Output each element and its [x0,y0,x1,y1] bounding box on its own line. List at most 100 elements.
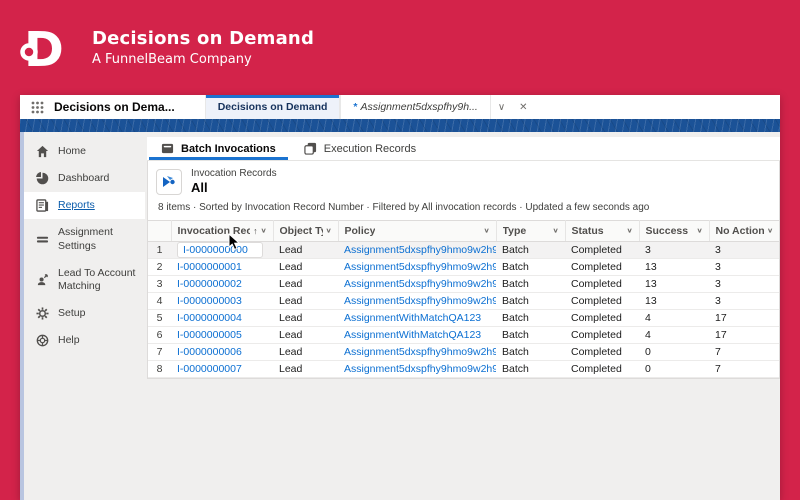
chevron-down-icon[interactable]: ∨ [553,227,559,234]
success-cell: 13 [639,258,709,276]
sidebar-item-assignment-settings[interactable]: Assignment Settings [24,219,145,259]
sidebar-item-label: Lead To Account Matching [58,266,136,292]
table-row: 2 I-0000000001 Lead Assignment5dxspfhy9h… [148,258,779,276]
table-row: 4 I-0000000003 Lead Assignment5dxspfhy9h… [148,292,779,310]
sidebar-item-label: Dashboard [58,172,110,185]
no-actions-cell: 17 [709,309,779,327]
workspace-tab-assignment[interactable]: * Assignment5dxspfhy9h... [340,95,491,119]
list-view-name[interactable]: All [191,180,277,196]
status-cell: Completed [565,258,639,276]
sidebar-item-lead-to-account-matching[interactable]: Lead To Account Matching [24,260,145,300]
app-name[interactable]: Decisions on Dema... [54,95,205,119]
record-link[interactable]: I-0000000006 [177,346,242,358]
record-link[interactable]: I-0000000002 [177,278,242,290]
sidebar-item-label: Assignment Settings [58,226,113,252]
row-number-header [148,219,172,242]
success-cell: 0 [639,360,709,378]
column-header-type[interactable]: Type ∨ [496,219,566,242]
unsaved-indicator: * [353,101,358,113]
sidebar-item-label: Reports [58,199,95,212]
tab-batch-invocations[interactable]: Batch Invocations [147,137,290,160]
record-link[interactable]: I-0000000003 [177,295,242,307]
no-actions-cell: 17 [709,326,779,344]
nav-blue-strip [20,119,780,132]
workspace-tab-decisions-on-demand[interactable]: Decisions on Demand [204,95,341,119]
decisions-logo-icon: D [20,22,64,78]
list-view-header: Invocation Records All [148,161,779,198]
record-link[interactable]: I-0000000005 [177,329,242,341]
object-type-cell: Lead [273,360,338,378]
row-number: 4 [148,292,171,310]
type-cell: Batch [496,241,565,259]
sidebar-item-home[interactable]: Home [24,138,145,165]
column-header-status[interactable]: Status ∨ [565,219,640,242]
policy-link[interactable]: Assignment5dxspfhy9hmo9w2h9l [344,261,496,273]
object-type-cell: Lead [273,258,338,276]
tab-execution-records[interactable]: Execution Records [290,137,430,160]
column-header-invocation-record[interactable]: Invocation Record...↑∨ [171,219,274,242]
policy-link[interactable]: Assignment5dxspfhy9hmo9w2h9l [344,363,496,375]
status-cell: Completed [565,309,639,327]
column-header-policy[interactable]: Policy ∨ [338,219,497,242]
workspace-tab-label: Assignment5dxspfhy9h... [360,101,478,113]
hovered-cell-box: I-0000000000 [177,241,263,258]
chevron-down-icon[interactable]: ∨ [767,227,773,234]
invocation-records-object-icon [156,168,182,195]
batch-invocations-icon [161,143,174,154]
salesforce-window: Decisions on Dema... Decisions on Demand… [20,95,780,500]
policy-link[interactable]: AssignmentWithMatchQA123 [344,329,481,341]
status-cell: Completed [565,275,639,293]
tab-close-icon[interactable]: ✕ [512,95,534,119]
record-link[interactable]: I-0000000001 [177,261,242,273]
policy-link[interactable]: Assignment5dxspfhy9hmo9w2h9l [344,244,496,256]
gear-icon [36,307,49,320]
chevron-down-icon[interactable]: ∨ [627,227,633,234]
object-type-cell: Lead [273,343,338,361]
sidebar-item-reports[interactable]: Reports [24,192,145,220]
policy-link[interactable]: Assignment5dxspfhy9hmo9w2h9l [344,295,496,307]
tab-dropdown-chevron-icon[interactable]: ∨ [491,95,512,119]
row-number: 5 [148,309,171,327]
table-row: 1 I-0000000000 Lead Assignment5dxspfhy9h… [148,241,779,259]
sidebar-item-setup[interactable]: Setup [24,300,145,327]
chevron-down-icon[interactable]: ∨ [261,227,267,234]
type-cell: Batch [496,343,565,361]
policy-link[interactable]: Assignment5dxspfhy9hmo9w2h9l [344,346,496,358]
type-cell: Batch [496,360,565,378]
chevron-down-icon[interactable]: ∨ [697,227,703,234]
dashboard-icon [36,172,49,185]
column-header-success[interactable]: Success ∨ [639,219,710,242]
list-view-card: Invocation Records All 8 items · Sorted … [147,161,780,379]
brand-title: Decisions on Demand [92,27,315,49]
help-icon [36,334,49,347]
row-number: 3 [148,275,171,293]
status-cell: Completed [565,326,639,344]
policy-link[interactable]: AssignmentWithMatchQA123 [344,312,481,324]
row-number: 7 [148,343,171,361]
chevron-down-icon[interactable]: ∨ [484,227,490,234]
chevron-down-icon[interactable]: ∨ [326,227,332,234]
sidebar-item-help[interactable]: Help [24,327,145,354]
record-link[interactable]: I-0000000004 [177,312,242,324]
success-cell: 13 [639,275,709,293]
lead-to-account-icon [37,274,48,286]
column-header-no-actions[interactable]: No Actions∨ [709,219,779,242]
success-cell: 4 [639,309,709,327]
policy-link[interactable]: Assignment5dxspfhy9hmo9w2h9l [344,278,496,290]
tab-label: Batch Invocations [181,142,276,155]
row-number: 8 [148,360,171,378]
row-number: 6 [148,326,171,344]
no-actions-cell: 3 [709,241,779,259]
sidebar-item-dashboard[interactable]: Dashboard [24,165,145,192]
column-header-object-type[interactable]: Object Type∨ [273,219,339,242]
list-view-meta: 8 items · Sorted by Invocation Record Nu… [158,201,650,213]
sidebar-item-label: Home [58,145,87,157]
invocation-records-table: Invocation Record...↑∨ Object Type∨ Poli… [148,219,779,378]
status-cell: Completed [565,292,639,310]
no-actions-cell: 7 [709,360,779,378]
record-link[interactable]: I-0000000000 [183,244,248,256]
row-number: 1 [148,241,171,259]
workspace-tab-label: Decisions on Demand [217,101,328,113]
record-link[interactable]: I-0000000007 [177,363,242,375]
app-launcher-waffle-icon[interactable] [20,95,54,119]
